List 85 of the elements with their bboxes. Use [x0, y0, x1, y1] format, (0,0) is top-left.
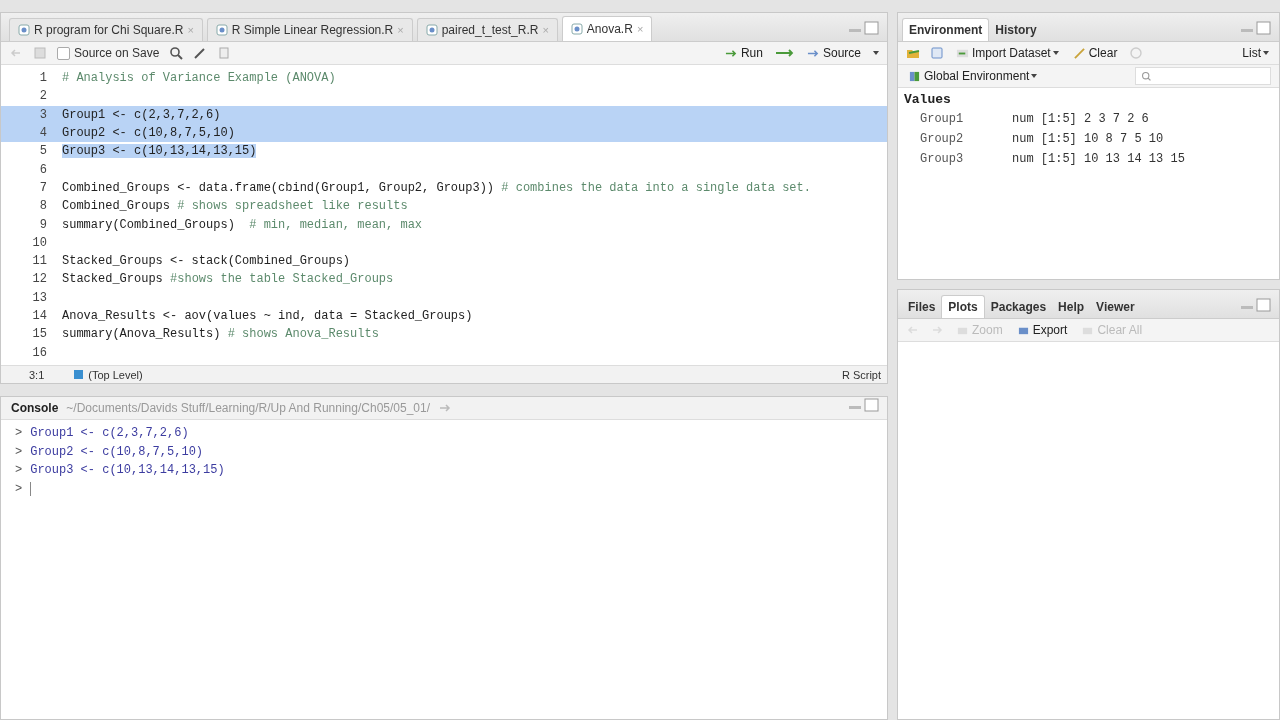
- console-prompt: >: [15, 444, 23, 459]
- plot-toolbar-button[interactable]: Export: [1014, 323, 1070, 337]
- tab-label: paired_t_test_R.R: [441, 23, 539, 37]
- tab-label: R Simple Linear Regression.R: [231, 23, 394, 37]
- caret-icon[interactable]: [873, 51, 879, 55]
- clear-button[interactable]: Clear: [1070, 46, 1120, 60]
- variable-name: Group2: [919, 132, 965, 146]
- search-field[interactable]: [1135, 67, 1271, 85]
- console-prompt: >: [15, 463, 23, 478]
- pane-tab[interactable]: Plots: [941, 295, 985, 318]
- r-file-icon: [570, 23, 583, 35]
- source-button[interactable]: Source: [804, 46, 863, 60]
- variable-name: Group1: [919, 112, 965, 126]
- minimize-maximize-icon[interactable]: [847, 21, 881, 35]
- line-number: 14: [31, 309, 48, 323]
- scope-selector[interactable]: (Top Level): [74, 368, 143, 381]
- table-icon: [956, 47, 969, 59]
- page-icon[interactable]: [217, 46, 232, 60]
- r-file-icon: [425, 24, 438, 36]
- caret-icon: [1031, 74, 1038, 78]
- line-number: 16: [31, 345, 48, 360]
- caret-icon: [1263, 51, 1269, 55]
- import-dataset-button[interactable]: Import Dataset: [954, 46, 1061, 60]
- line-number: 13: [31, 290, 48, 305]
- line-number: 12: [31, 272, 48, 287]
- file-tab[interactable]: R program for Chi Square.R ×: [9, 18, 203, 41]
- code-line: Combined_Groups <- data.frame(cbind(Group1, Group2, Group3)) # combines the data into a single data set.: [62, 180, 811, 195]
- search-icon[interactable]: [169, 46, 184, 60]
- pane-tab[interactable]: Viewer: [1090, 296, 1141, 318]
- section-heading: Values: [904, 92, 952, 107]
- working-directory-path: ~/Documents/Davids Stuff/Learning/R/Up And Running/Ch05/05_01/: [66, 401, 431, 415]
- code-line: Combined_Groups # shows spreadsheet like results: [62, 199, 408, 214]
- tab-label: R program for Chi Square.R: [34, 23, 184, 37]
- line-number: 5: [38, 144, 48, 159]
- search-icon: [1140, 70, 1153, 82]
- console-title: Console: [11, 401, 59, 415]
- caret-icon: [1052, 51, 1059, 55]
- broom-icon: [1072, 47, 1086, 59]
- pane-tab[interactable]: Environment: [902, 18, 990, 41]
- console-prompt: >: [15, 426, 23, 441]
- minimize-maximize-icon[interactable]: [847, 398, 881, 412]
- variable-value: num [1:5] 2 3 7 2 6: [1012, 112, 1149, 126]
- pane-tab[interactable]: History: [989, 19, 1043, 41]
- tab-label: Anova.R: [586, 22, 633, 36]
- source-on-save-checkbox[interactable]: Source on Save: [57, 46, 160, 60]
- code-line: # Analysis of Variance Example (ANOVA): [62, 71, 336, 86]
- line-number: 11: [31, 254, 48, 269]
- variable-value: num [1:5] 10 8 7 5 10: [1012, 132, 1164, 146]
- console-command: Group3 <- c(10,13,14,13,15): [30, 463, 225, 478]
- variable-value: num [1:5] 10 13 14 13 15: [1012, 152, 1185, 166]
- line-number: 3: [38, 107, 48, 122]
- file-tab[interactable]: Anova.R ×: [561, 16, 653, 41]
- pane-tab[interactable]: Packages: [984, 296, 1053, 318]
- line-number: 7: [38, 180, 48, 195]
- text-cursor: [30, 481, 32, 496]
- file-tab[interactable]: R Simple Linear Regression.R ×: [206, 18, 413, 41]
- line-number: 6: [38, 162, 48, 177]
- minimize-maximize-icon[interactable]: [1239, 298, 1273, 312]
- line-number: 10: [31, 235, 48, 250]
- environment-icon: [908, 70, 921, 82]
- line-number: 2: [38, 89, 48, 104]
- code-line: summary(Combined_Groups) # min, median, mean, max: [62, 217, 423, 232]
- cursor-position: 3:1: [29, 368, 45, 381]
- file-type-selector[interactable]: R Script: [841, 368, 881, 381]
- console-prompt: >: [15, 481, 23, 496]
- r-file-icon: [215, 24, 228, 36]
- console-command: Group2 <- c(10,8,7,5,10): [30, 444, 204, 459]
- list-view-button[interactable]: List: [1240, 46, 1271, 60]
- run-button[interactable]: Run: [722, 46, 765, 60]
- variable-name: Group3: [919, 152, 965, 166]
- code-line: Stacked_Groups #shows the table Stacked_Groups: [62, 272, 394, 287]
- pane-tab[interactable]: Files: [902, 296, 942, 318]
- file-tab[interactable]: paired_t_test_R.R ×: [416, 18, 558, 41]
- line-number: 9: [38, 217, 48, 232]
- code-line: summary(Anova_Results) # shows Anova_Results: [62, 327, 379, 342]
- r-file-icon: [18, 24, 30, 36]
- minimize-maximize-icon[interactable]: [1239, 21, 1273, 35]
- line-number: 1: [38, 71, 48, 86]
- code-line: Anova_Results <- aov(values ~ ind, data = Stacked_Groups): [62, 309, 473, 323]
- pane-tab[interactable]: Help: [1052, 296, 1091, 318]
- console-command: Group1 <- c(2,3,7,2,6): [30, 426, 189, 441]
- line-number: 8: [38, 199, 48, 214]
- line-number: 4: [38, 126, 48, 141]
- line-number: 15: [31, 327, 48, 342]
- code-line: Stacked_Groups <- stack(Combined_Groups): [62, 254, 351, 269]
